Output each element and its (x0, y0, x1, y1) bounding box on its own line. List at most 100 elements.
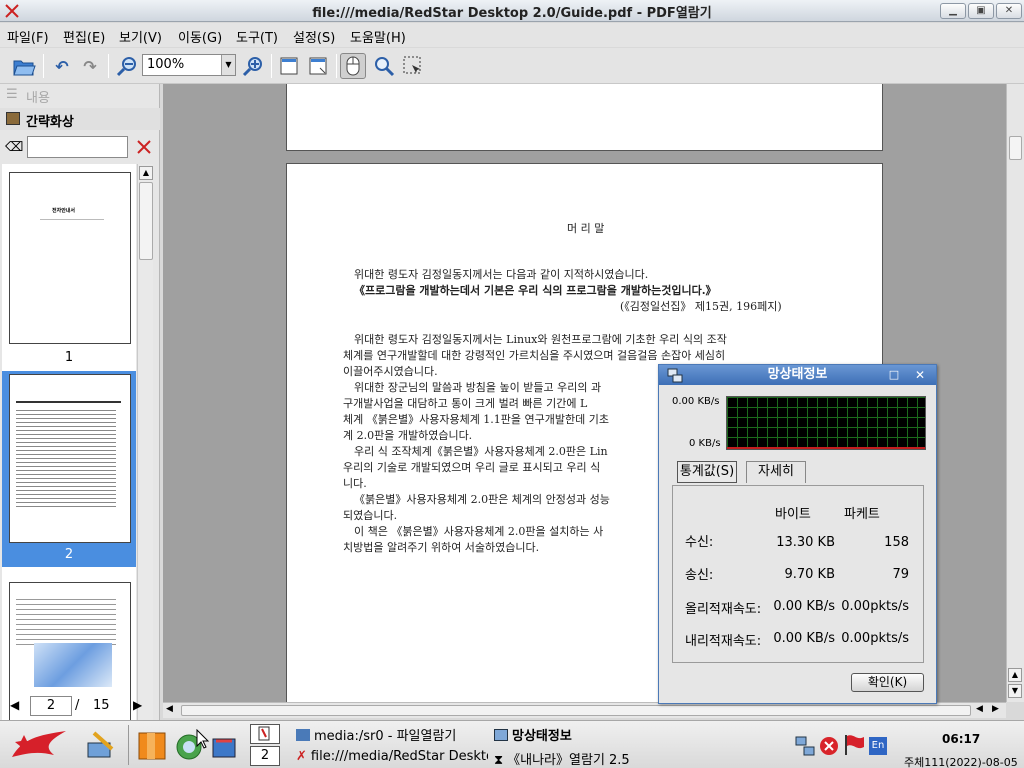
scroll-up-icon[interactable]: ▲ (139, 166, 153, 180)
pdf-viewer-icon: ✗ (296, 749, 307, 764)
file-manager-icon[interactable] (137, 731, 169, 761)
col-header-packets: 파케트 (844, 507, 880, 522)
fit-width-icon (280, 57, 298, 75)
undo-button[interactable]: ↶ (49, 53, 75, 79)
zoom-in-button[interactable] (240, 53, 266, 79)
thumbnail-list[interactable]: 전자안내서 1 2 (2, 164, 136, 768)
volume-muted-icon[interactable] (818, 735, 840, 757)
zoom-in-icon (242, 57, 262, 77)
zoom-out-button[interactable] (114, 53, 140, 79)
task-pdf-viewer[interactable]: ✗ file:///media/RedStar Desktop (296, 749, 488, 764)
document-horizontal-scrollbar[interactable]: ◀ ◀ ▶ (163, 702, 1006, 718)
dialog-title: 망상태정보 (767, 367, 828, 382)
media-player-icon[interactable] (210, 733, 238, 761)
menu-settings[interactable]: 설정(S) (293, 27, 335, 46)
thumbnail-number: 1 (64, 350, 74, 365)
page-separator: / (75, 698, 80, 713)
doc-line: 되였습니다. (343, 509, 398, 522)
redo-icon: ↷ (83, 56, 97, 76)
window-title: file:///media/RedStar Desktop 2.0/Guide.… (312, 6, 712, 21)
close-button[interactable]: ✕ (996, 3, 1022, 19)
tab-detail[interactable]: 자세히 (746, 461, 806, 483)
stat-packets: 158 (884, 535, 909, 550)
start-menu-star-icon[interactable] (8, 729, 70, 761)
zoom-tool-button[interactable] (371, 53, 397, 79)
dialog-title-bar[interactable]: 망상태정보 □ ✕ (659, 365, 936, 385)
stat-packets: 0.00pkts/s (841, 599, 909, 614)
select-tool-button[interactable] (400, 53, 426, 79)
stat-bytes: 0.00 KB/s (773, 631, 835, 646)
browse-tool-button[interactable] (340, 53, 366, 79)
fit-page-icon (309, 57, 327, 75)
graph-max-label: 0.00 KB/s (672, 396, 720, 407)
thumbnail-number: 2 (64, 547, 74, 562)
stat-packets: 0.00pkts/s (841, 631, 909, 646)
magnifier-icon (375, 57, 395, 77)
stat-bytes: 0.00 KB/s (773, 599, 835, 614)
doc-line: 치방법을 알려주기 위하여 서술하였습니다. (343, 541, 540, 554)
scroll-down-icon[interactable]: ▼ (1008, 684, 1022, 698)
menu-file[interactable]: 파일(F) (7, 27, 49, 46)
previous-page-icon[interactable]: ◀ (10, 698, 19, 712)
scroll-left-icon[interactable]: ◀ (166, 704, 173, 714)
task-file-manager[interactable]: media:/sr0 - 파일열람기 (296, 725, 456, 744)
next-page-icon[interactable]: ▶ (133, 698, 142, 712)
clear-search-icon[interactable] (134, 138, 154, 158)
chevron-down-icon[interactable]: ▼ (221, 55, 235, 75)
desktop-pager-2[interactable]: 2 (250, 746, 280, 766)
zoom-value: 100% (147, 57, 185, 72)
menu-edit[interactable]: 편집(E) (63, 27, 105, 46)
maximize-button[interactable]: ▣ (968, 3, 994, 19)
thumbnail-search-input[interactable] (27, 136, 128, 158)
toolbar: ↶ ↷ 100% ▼ (0, 48, 1024, 84)
redo-button[interactable]: ↷ (77, 53, 103, 79)
language-indicator[interactable]: En (869, 737, 887, 755)
zoom-select[interactable]: 100% ▼ (142, 54, 236, 76)
scroll-thumb[interactable] (1009, 136, 1022, 160)
maximize-icon[interactable]: □ (884, 365, 904, 383)
clock-time[interactable]: 06:17 (942, 732, 980, 746)
thumbnail-page-2[interactable]: 2 (2, 371, 136, 567)
page-number-input[interactable]: 2 (30, 696, 72, 716)
doc-heading: 머 리 말 (567, 222, 605, 235)
thumb1-title: 전자안내서 (52, 208, 76, 214)
page-1 (286, 84, 883, 151)
document-vertical-scrollbar[interactable]: ▲ ▼ (1006, 84, 1024, 702)
thumbnail-page-1[interactable]: 전자안내서 1 (2, 164, 136, 365)
scroll-thumb[interactable] (181, 705, 971, 716)
doc-line: 구개발사업을 대담하고 통이 크게 벌려 빠른 기간에 L (343, 397, 588, 410)
open-file-button[interactable] (11, 53, 37, 79)
desktop-pager-1[interactable] (250, 724, 280, 744)
doc-line: 니다. (343, 477, 367, 490)
minimize-button[interactable]: ▁ (940, 3, 966, 19)
network-folder-icon (296, 729, 310, 741)
scroll-thumb[interactable] (139, 182, 153, 260)
scroll-up-icon[interactable]: ▲ (1008, 668, 1022, 682)
menu-help[interactable]: 도움말(H) (350, 27, 406, 46)
scroll-left-icon[interactable]: ◀ (976, 704, 983, 714)
tab-stats[interactable]: 통계값(S) (677, 461, 737, 483)
task-network-status[interactable]: 망상태정보 (494, 725, 572, 744)
doc-line: 《붉은별》사용자용체계 2.0판은 체계의 안정성과 성능 (354, 493, 610, 506)
tab-contents[interactable]: ☰ 내용 (0, 84, 160, 106)
doc-line: 위대한 장군님의 말씀과 방침을 높이 받들고 우리의 과 (354, 381, 602, 394)
desktop-tool-icon[interactable] (84, 729, 116, 761)
red-flag-icon[interactable] (842, 733, 866, 757)
ok-button[interactable]: 확인(K) (851, 673, 924, 692)
fit-width-button[interactable] (276, 53, 302, 79)
fit-page-button[interactable] (305, 53, 331, 79)
title-bar[interactable]: file:///media/RedStar Desktop 2.0/Guide.… (0, 0, 1024, 22)
menu-view[interactable]: 보기(V) (119, 27, 162, 46)
row-label: 수신: (685, 535, 714, 550)
network-tray-icon[interactable] (794, 735, 816, 757)
menu-bar: 파일(F) 편집(E) 보기(V) 이동(G) 도구(T) 설정(S) 도움말(… (0, 23, 1024, 47)
scroll-right-icon[interactable]: ▶ (992, 704, 999, 714)
list-icon: ☰ (6, 87, 18, 102)
menu-go[interactable]: 이동(G) (178, 27, 222, 46)
menu-tools[interactable]: 도구(T) (236, 27, 278, 46)
hourglass-icon: ⧗ (494, 753, 504, 768)
tab-thumbnails[interactable]: 간략화상 (0, 108, 160, 130)
close-icon[interactable]: ✕ (910, 365, 930, 383)
thumbnail-scrollbar[interactable]: ▲ ▲ ▼ (137, 164, 153, 768)
task-naenara-browser[interactable]: ⧗ 《내나라》열람기 2.5 (494, 749, 630, 768)
